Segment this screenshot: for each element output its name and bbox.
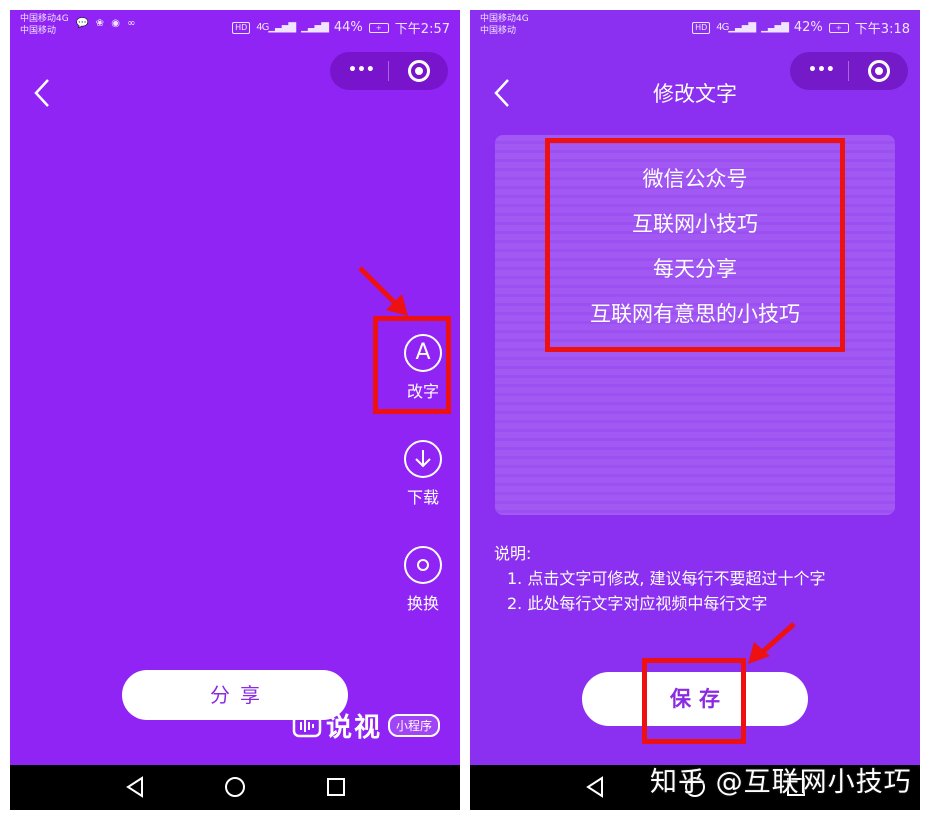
capsule-divider [388,61,389,81]
annotation-arrow [748,622,796,664]
swap-ring-icon [404,546,442,584]
swap-tool[interactable]: 换换 [398,546,448,614]
close-mini-program-icon[interactable] [408,60,430,82]
app-notification-icon: ◉ [111,18,122,29]
carrier-line-1: 中国移动4G [20,14,69,24]
carrier-line-1: 中国移动4G [480,14,529,24]
carrier-info: 中国移动4G 中国移动 [20,13,69,37]
battery-icon: + [828,22,849,33]
watermark: 知乎 @互联网小技巧 [650,767,912,798]
message-icon: 💬 [76,18,91,29]
app-notification-icon: ❀ [95,18,107,29]
status-right: HD 4G▁▃▅▇ ▁▃▅▇ 44% + 下午2:57 [232,18,450,37]
more-options-icon[interactable]: ••• [348,63,375,77]
swap-label: 换换 [406,594,439,613]
instruction-item: 1. 点击文字可修改, 建议每行不要超过十个字 [507,569,826,588]
more-options-icon[interactable]: ••• [808,63,835,77]
hd-badge: HD [692,21,711,34]
mini-program-badge: 小程序 [388,714,441,737]
signal-icon: 4G▁▃▅▇ [256,22,296,33]
instruction-item: 2. 此处每行文字对应视频中每行文字 [507,594,768,613]
left-phone-screen: 中国移动4G 中国移动 💬 ❀ ◉ ∞ HD 4G▁▃▅▇ ▁▃▅▇ 44% +… [10,10,460,810]
carrier-line-2: 中国移动 [20,26,57,36]
carrier-info: 中国移动4G 中国移动 [480,13,529,37]
signal-icon: ▁▃▅▇ [301,22,329,33]
annotation-highlight-box [373,316,451,414]
download-label: 下载 [406,488,439,507]
signal-icon: ▁▃▅▇ [761,22,789,33]
download-icon [404,440,442,478]
clock: 下午2:57 [394,22,450,37]
nav-back-icon[interactable] [124,775,146,799]
right-phone-screen: 中国移动4G 中国移动 HD 4G▁▃▅▇ ▁▃▅▇ 42% + 下午3:18 … [470,10,920,810]
annotation-highlight-box [545,138,845,352]
notification-icons: 💬 ❀ ◉ ∞ [76,18,137,29]
brand-logo: 说视 小程序 [292,707,441,744]
android-nav-bar [10,765,460,810]
carrier-line-2: 中国移动 [480,26,517,36]
status-bar: 中国移动4G 中国移动 💬 ❀ ◉ ∞ HD 4G▁▃▅▇ ▁▃▅▇ 44% +… [10,10,460,44]
battery-percent: 42% [793,20,823,35]
brand-name: 说视 [326,713,383,743]
instructions: 说明: 1. 点击文字可修改, 建议每行不要超过十个字 2. 此处每行文字对应视… [494,541,826,616]
page-title: 修改文字 [653,82,737,106]
back-button[interactable] [30,76,54,110]
status-right: HD 4G▁▃▅▇ ▁▃▅▇ 42% + 下午3:18 [692,18,910,37]
download-tool[interactable]: 下载 [398,440,448,508]
battery-percent: 44% [333,20,363,35]
wechat-icon: ∞ [127,18,138,29]
shuoshi-logo-icon [292,714,322,737]
nav-recents-icon[interactable] [325,775,347,799]
mini-program-capsule: ••• [330,52,448,90]
nav-back-icon[interactable] [584,775,606,799]
nav-home-icon[interactable] [223,775,247,799]
chevron-left-icon [34,79,49,107]
signal-icon: 4G▁▃▅▇ [716,22,756,33]
clock: 下午3:18 [854,22,910,37]
instructions-heading: 说明: [494,544,532,563]
annotation-arrow [358,266,408,316]
status-bar: 中国移动4G 中国移动 HD 4G▁▃▅▇ ▁▃▅▇ 42% + 下午3:18 [470,10,920,44]
battery-icon: + [368,22,389,33]
annotation-highlight-box [642,658,746,744]
hd-badge: HD [232,21,251,34]
